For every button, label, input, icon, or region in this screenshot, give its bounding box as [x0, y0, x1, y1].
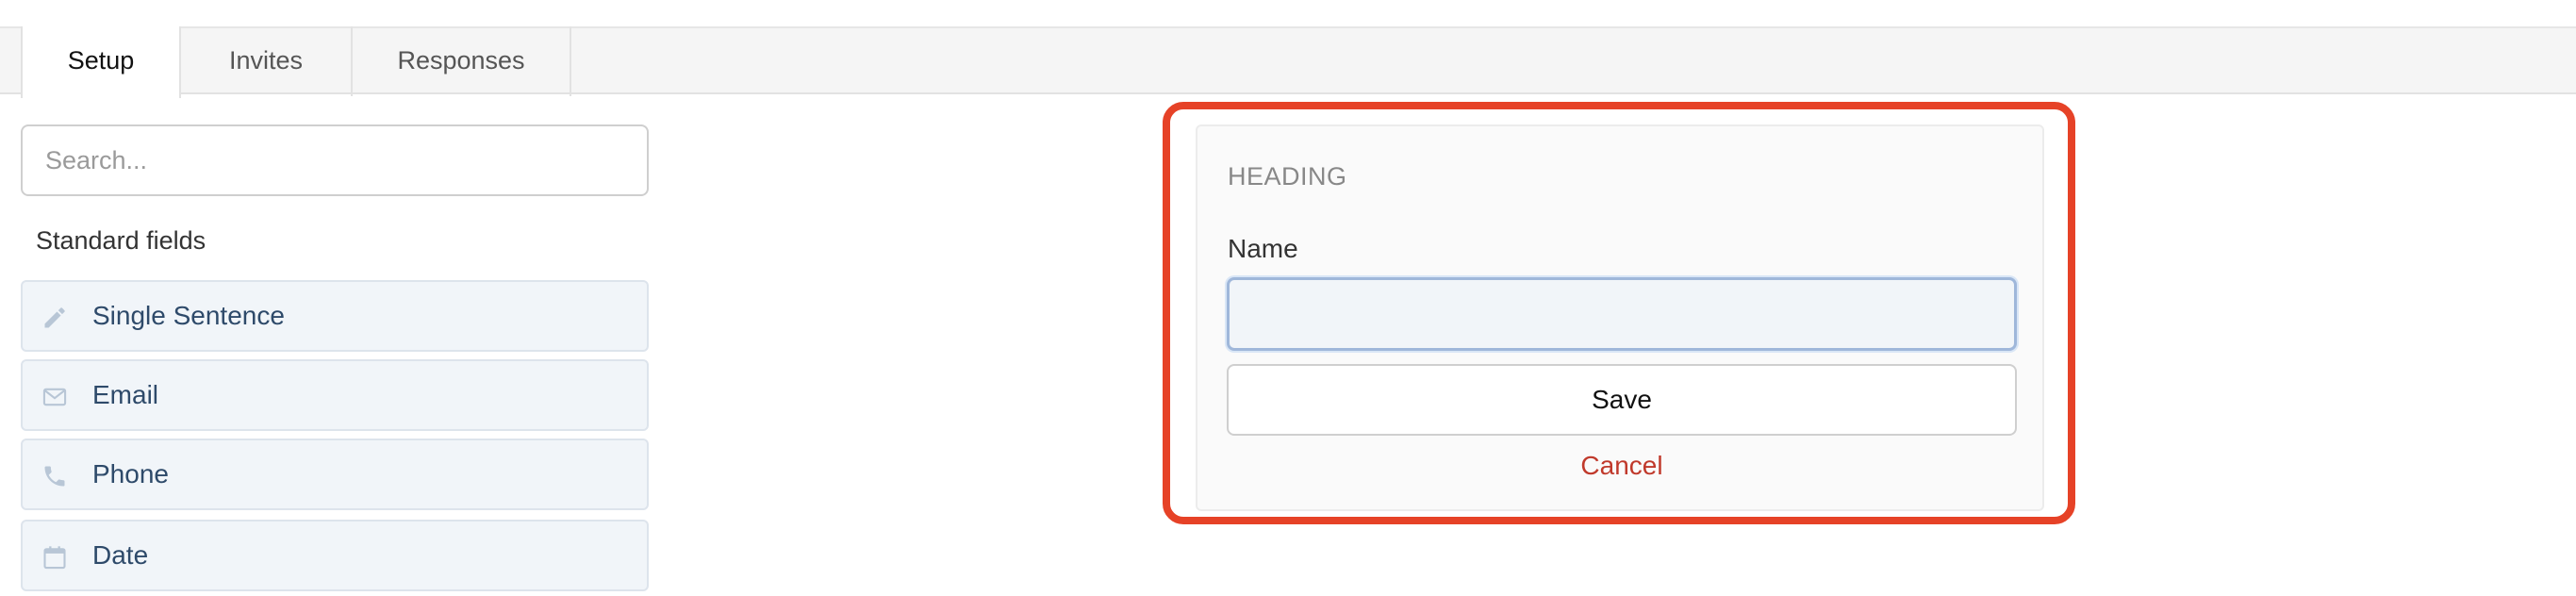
- field-item-email[interactable]: Email: [21, 359, 649, 431]
- tab-setup[interactable]: Setup: [21, 26, 181, 98]
- field-item-label: Date: [92, 540, 149, 570]
- field-item-label: Single Sentence: [92, 301, 285, 330]
- field-item-phone[interactable]: Phone: [21, 439, 649, 510]
- tab-responses[interactable]: Responses: [353, 26, 571, 96]
- calendar-icon: [43, 546, 66, 570]
- tab-invites[interactable]: Invites: [181, 26, 353, 96]
- phone-icon: [44, 466, 65, 487]
- name-input[interactable]: [1227, 277, 2017, 351]
- search-input[interactable]: [21, 124, 649, 196]
- field-editor-card: HEADING Name Save Cancel: [1196, 124, 2044, 511]
- card-heading: HEADING: [1228, 162, 1347, 190]
- field-item-label: Email: [92, 380, 159, 409]
- envelope-icon: [42, 388, 67, 406]
- field-item-single-sentence[interactable]: Single Sentence: [21, 280, 649, 352]
- name-label: Name: [1228, 234, 1298, 263]
- save-button[interactable]: Save: [1227, 364, 2017, 436]
- tab-bar: Setup Invites Responses: [0, 26, 2576, 98]
- cancel-link[interactable]: Cancel: [1227, 447, 2017, 485]
- field-item-date[interactable]: Date: [21, 520, 649, 591]
- field-item-label: Phone: [92, 459, 169, 488]
- pencil-icon: [44, 307, 65, 328]
- standard-fields-heading: Standard fields: [36, 226, 206, 255]
